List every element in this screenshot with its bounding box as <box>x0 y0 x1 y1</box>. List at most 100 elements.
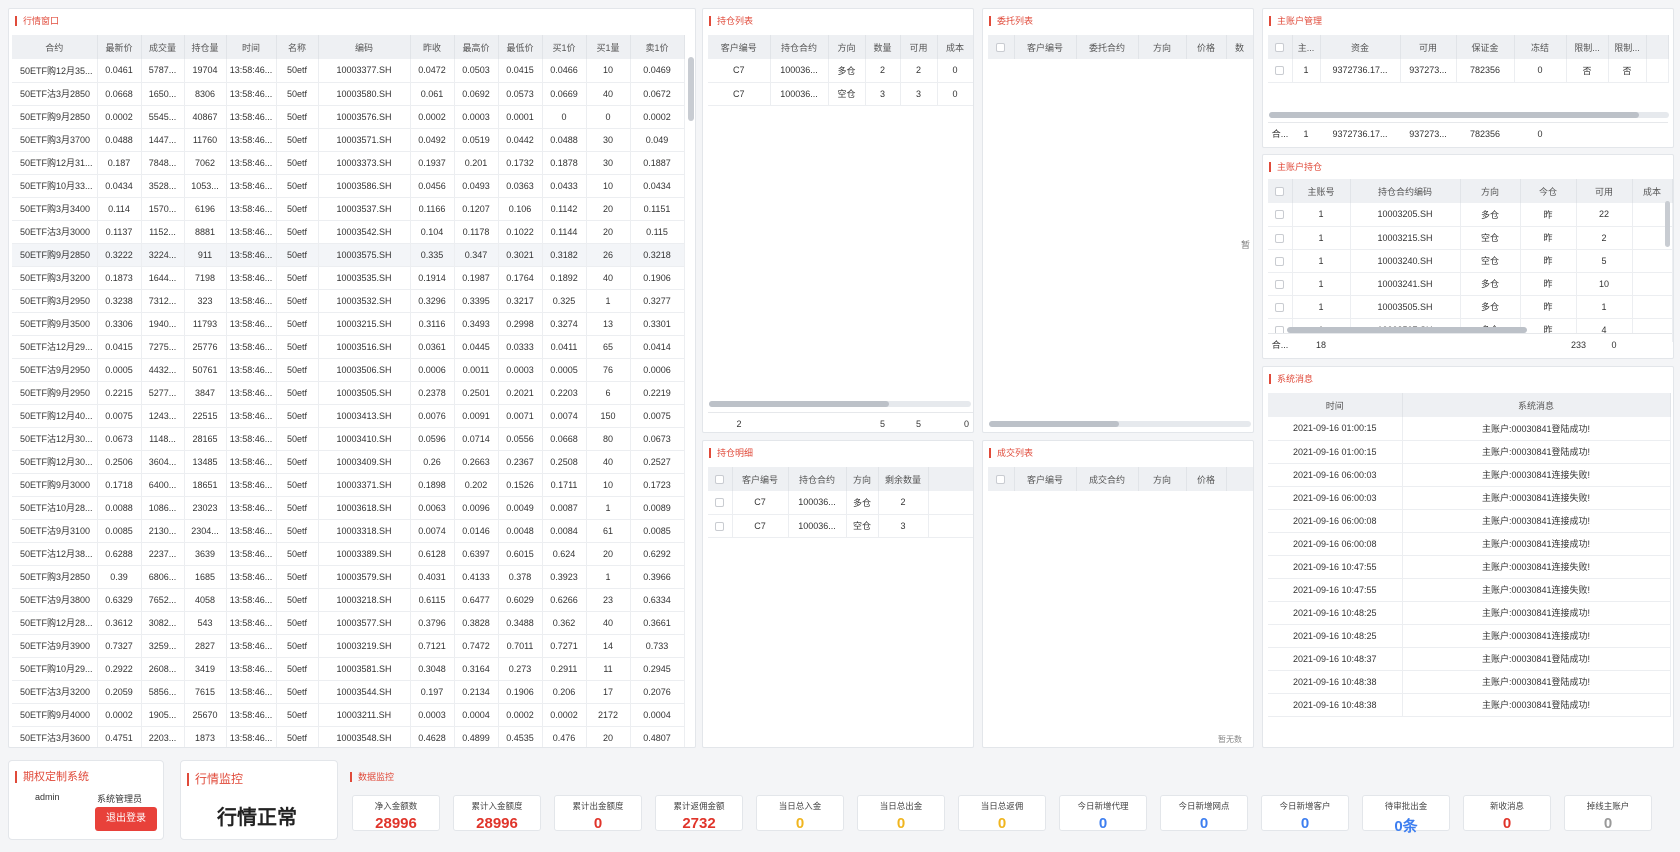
market-row[interactable]: 50ETF沽10月28... 0.0088 1086... 23023 13:58:46… <box>12 496 685 520</box>
column-header[interactable]: 客户编号 <box>1014 35 1077 59</box>
column-header[interactable]: 方向 <box>1460 179 1521 203</box>
checkbox[interactable] <box>1275 210 1285 220</box>
position-row[interactable]: C7 100036... 多仓 2 2 0 <box>708 59 973 83</box>
column-header[interactable]: 客户编号 <box>732 467 789 491</box>
row-checkbox-cell[interactable] <box>1268 179 1293 203</box>
column-header[interactable]: 价格 <box>1186 467 1227 491</box>
sysmsg-row[interactable]: 2021-09-16 06:00:03 主账户:00030841连接失败! <box>1268 463 1671 487</box>
column-header[interactable]: 数量 <box>865 35 901 59</box>
market-row[interactable]: 50ETF沽12月38... 0.6288 2237... 3639 13:58:46.… <box>12 542 685 566</box>
market-row[interactable]: 50ETF购10月29... 0.2922 2608... 3419 13:58:46.… <box>12 657 685 681</box>
column-header[interactable]: 今仓 <box>1520 179 1577 203</box>
market-row[interactable]: 50ETF购12月28... 0.3612 3082... 543 13:58:46..… <box>12 611 685 635</box>
checkbox[interactable] <box>715 475 725 485</box>
column-header[interactable]: 成交量 <box>141 35 185 59</box>
posdetail-row[interactable]: C7 100036... 空仓 3 <box>708 514 973 538</box>
column-header[interactable]: 最低价 <box>498 35 543 59</box>
column-header[interactable]: 持仓量 <box>184 35 227 59</box>
checkbox[interactable] <box>1275 302 1285 312</box>
masterpos-row[interactable]: 1 10003505.SH 多仓昨 1 <box>1268 295 1673 319</box>
column-header[interactable]: 冻结 <box>1514 35 1567 59</box>
row-checkbox-cell[interactable] <box>708 491 733 515</box>
market-table[interactable]: 合约 最新价 成交量 持仓量 时间 名称 编码 昨收 最高价 最低价 买1价 买1量 卖1价 50ETF… <box>12 35 685 747</box>
row-checkbox-cell[interactable] <box>1268 59 1293 83</box>
column-header[interactable]: 买1价 <box>542 35 587 59</box>
market-row[interactable]: 50ETF购3月3400 0.114 1570... 6196 13:58:46... 5… <box>12 197 685 221</box>
checkbox[interactable] <box>1275 233 1285 243</box>
sysmsg-row[interactable]: 2021-09-16 10:48:25 主账户:00030841连接成功! <box>1268 601 1671 625</box>
sysmsg-row[interactable]: 2021-09-16 06:00:08 主账户:00030841连接成功! <box>1268 509 1671 533</box>
column-header[interactable]: 昨收 <box>410 35 455 59</box>
column-header[interactable]: 成本 <box>937 35 973 59</box>
column-header[interactable]: 成交合约 <box>1076 467 1139 491</box>
logout-button[interactable]: 退出登录 <box>95 807 157 831</box>
column-header[interactable]: 可用 <box>1400 35 1457 59</box>
sysmsg-row[interactable]: 2021-09-16 10:48:37 主账户:00030841登陆成功! <box>1268 647 1671 671</box>
posdetail-row[interactable]: C7 100036... 多仓 2 <box>708 491 973 515</box>
market-row[interactable]: 50ETF购3月3700 0.0488 1447... 11760 13:58:46..… <box>12 128 685 152</box>
market-row[interactable]: 50ETF沽3月2850 0.0668 1650... 8306 13:58:46...… <box>12 82 685 106</box>
market-row[interactable]: 50ETF购12月30... 0.2506 3604... 13485 13:58:46… <box>12 450 685 474</box>
checkbox[interactable] <box>1275 187 1285 197</box>
masterpos-row[interactable]: 1 10003205.SH 多仓昨 22 <box>1268 203 1673 227</box>
column-header[interactable] <box>1226 467 1253 491</box>
market-row[interactable]: 50ETF沽3月3600 0.4751 2203... 1873 13:58:46...… <box>12 726 685 747</box>
column-header[interactable]: 卖1价 <box>630 35 685 59</box>
market-row[interactable]: 50ETF购12月35... 0.0461 5787... 19704 13:58:46… <box>12 59 685 83</box>
column-header[interactable]: 持仓合约 <box>770 35 829 59</box>
column-header[interactable]: 客户编号 <box>1014 467 1077 491</box>
column-header[interactable]: 剩余数量 <box>878 467 929 491</box>
column-header[interactable]: 委托合约 <box>1076 35 1139 59</box>
column-header[interactable]: 主... <box>1292 35 1321 59</box>
orders-hscroll-thumb[interactable] <box>989 421 1119 427</box>
column-header[interactable] <box>928 467 973 491</box>
market-vscroll[interactable] <box>688 57 694 121</box>
column-header[interactable]: 系统消息 <box>1402 393 1671 417</box>
checkbox[interactable] <box>996 475 1006 485</box>
market-row[interactable]: 50ETF购9月4000 0.0002 1905... 25670 13:58:46..… <box>12 703 685 727</box>
checkbox[interactable] <box>715 521 725 531</box>
market-row[interactable]: 50ETF购9月2850 0.3222 3224... 911 13:58:46... 5… <box>12 243 685 267</box>
checkbox[interactable] <box>1275 43 1285 53</box>
column-header[interactable]: 持仓合约编码 <box>1350 179 1461 203</box>
column-header[interactable]: 价格 <box>1186 35 1227 59</box>
column-header[interactable]: 方向 <box>846 467 879 491</box>
master-hscroll-thumb[interactable] <box>1269 112 1639 118</box>
market-row[interactable]: 50ETF购3月2950 0.3238 7312... 323 13:58:46... 5… <box>12 289 685 313</box>
column-header[interactable]: 买1量 <box>586 35 631 59</box>
position-row[interactable]: C7 100036... 空仓 3 3 0 <box>708 82 973 106</box>
market-row[interactable]: 50ETF沽3月3200 0.2059 5856... 7615 13:58:46...… <box>12 680 685 704</box>
row-checkbox-cell[interactable] <box>1268 295 1293 319</box>
positions-table[interactable]: 客户编号 持仓合约 方向 数量 可用 成本 C7 100036... 多仓 2 2 0 C7 10003… <box>708 35 973 106</box>
column-header[interactable]: 成本 <box>1632 179 1673 203</box>
masterpos-row[interactable]: 1 10003215.SH 空仓昨 2 <box>1268 226 1673 250</box>
row-checkbox-cell[interactable] <box>1268 272 1293 296</box>
master-table[interactable]: 主... 资金 可用 保证金 冻结 限制... 限制... 1 9372736.17... 93… <box>1268 35 1669 83</box>
market-row[interactable]: 50ETF购9月2850 0.0002 5545... 40867 13:58:46..… <box>12 105 685 129</box>
row-checkbox-cell[interactable] <box>988 467 1015 491</box>
posdetail-table[interactable]: 客户编号 持仓合约 方向 剩余数量 C7 100036... 多仓 2 C7 100036...… <box>708 467 973 538</box>
market-row[interactable]: 50ETF购3月2850 0.39 6806... 1685 13:58:46... 50… <box>12 565 685 589</box>
trades-table[interactable]: 客户编号 成交合约 方向 价格 <box>988 467 1253 491</box>
column-header[interactable]: 可用 <box>900 35 938 59</box>
sysmsg-row[interactable]: 2021-09-16 01:00:15 主账户:00030841登陆成功! <box>1268 417 1671 441</box>
checkbox[interactable] <box>1275 256 1285 266</box>
masterpos-hscroll-thumb[interactable] <box>1287 327 1527 333</box>
orders-table[interactable]: 客户编号 委托合约 方向 价格数 <box>988 35 1253 59</box>
column-header[interactable]: 持仓合约 <box>788 467 847 491</box>
master-row[interactable]: 1 9372736.17... 937273... 782356 0 否否 <box>1268 59 1669 83</box>
column-header[interactable]: 方向 <box>1138 35 1187 59</box>
row-checkbox-cell[interactable] <box>1268 226 1293 250</box>
column-header[interactable]: 名称 <box>276 35 319 59</box>
row-checkbox-cell[interactable] <box>708 514 733 538</box>
row-checkbox-cell[interactable] <box>1268 35 1293 59</box>
market-row[interactable]: 50ETF购3月3200 0.1873 1644... 7198 13:58:46...… <box>12 266 685 290</box>
masterpos-row[interactable]: 1 10003241.SH 多仓昨 10 <box>1268 272 1673 296</box>
sysmsg-row[interactable]: 2021-09-16 10:47:55 主账户:00030841连接失败! <box>1268 555 1671 579</box>
masterpos-vscroll[interactable] <box>1665 201 1670 247</box>
column-header[interactable]: 编码 <box>318 35 411 59</box>
sysmsg-table[interactable]: 时间 系统消息 2021-09-16 01:00:15 主账户:00030841登陆… <box>1268 393 1671 717</box>
sysmsg-row[interactable]: 2021-09-16 06:00:03 主账户:00030841连接失败! <box>1268 486 1671 510</box>
column-header[interactable]: 时间 <box>1268 393 1403 417</box>
checkbox[interactable] <box>996 43 1006 53</box>
